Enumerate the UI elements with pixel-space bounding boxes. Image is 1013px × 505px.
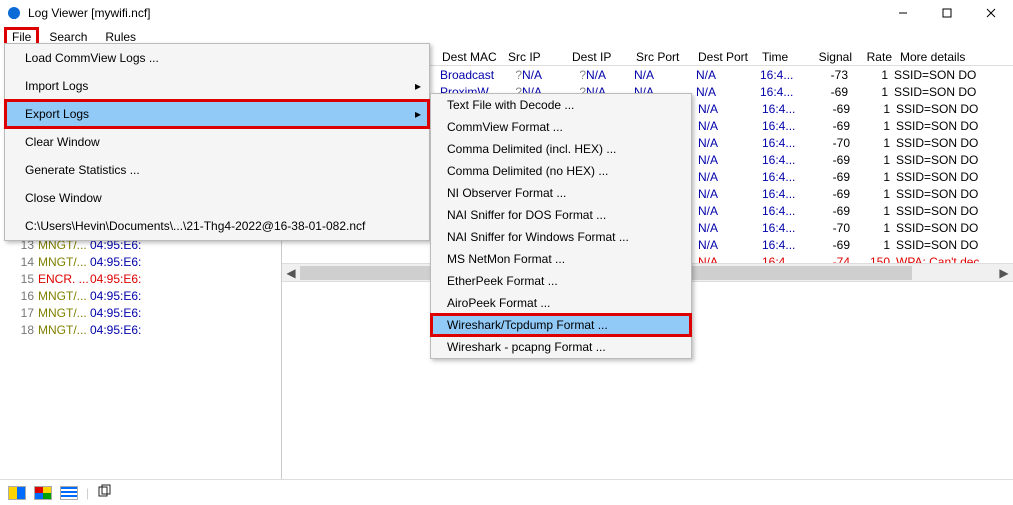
col-dest-mac[interactable]: Dest MAC xyxy=(440,50,506,64)
title-bar: Log Viewer [mywifi.ncf] xyxy=(0,0,1013,26)
file-menu: Load CommView Logs ... Import Logs ▸ Expo… xyxy=(4,43,430,241)
submenu-label: NAI Sniffer for Windows Format ... xyxy=(447,230,629,244)
export-commview[interactable]: CommView Format ... xyxy=(431,116,691,138)
submenu-label: MS NetMon Format ... xyxy=(447,252,565,266)
file-menu-load[interactable]: Load CommView Logs ... xyxy=(5,44,429,72)
submenu-label: NAI Sniffer for DOS Format ... xyxy=(447,208,606,222)
file-menu-clear[interactable]: Clear Window xyxy=(5,128,429,156)
separator: | xyxy=(86,486,89,500)
submenu-label: CommView Format ... xyxy=(447,120,563,134)
file-menu-label: Clear Window xyxy=(25,135,100,149)
app-icon xyxy=(6,5,22,21)
file-menu-recent[interactable]: C:\Users\Hevin\Documents\...\21-Thg4-202… xyxy=(5,212,429,240)
chevron-right-icon: ▸ xyxy=(415,107,421,121)
submenu-label: EtherPeek Format ... xyxy=(447,274,558,288)
export-nai-dos[interactable]: NAI Sniffer for DOS Format ... xyxy=(431,204,691,226)
scroll-left-icon[interactable]: ◀ xyxy=(282,266,300,280)
submenu-label: Comma Delimited (incl. HEX) ... xyxy=(447,142,616,156)
col-signal[interactable]: Signal xyxy=(806,50,854,64)
chevron-right-icon: ▸ xyxy=(415,79,421,93)
col-dest-ip[interactable]: Dest IP xyxy=(570,50,634,64)
file-menu-import[interactable]: Import Logs ▸ xyxy=(5,72,429,100)
file-menu-stats[interactable]: Generate Statistics ... xyxy=(5,156,429,184)
col-rate[interactable]: Rate xyxy=(854,50,894,64)
file-menu-label: Load CommView Logs ... xyxy=(25,51,159,65)
minimize-button[interactable] xyxy=(881,0,925,26)
file-menu-label: Close Window xyxy=(25,191,102,205)
maximize-button[interactable] xyxy=(925,0,969,26)
export-etherpeek[interactable]: EtherPeek Format ... xyxy=(431,270,691,292)
file-menu-label: C:\Users\Hevin\Documents\...\21-Thg4-202… xyxy=(25,219,365,233)
table-row[interactable]: 18MNGT/...04:95:E6: xyxy=(0,321,282,338)
export-niobserver[interactable]: NI Observer Format ... xyxy=(431,182,691,204)
export-nai-win[interactable]: NAI Sniffer for Windows Format ... xyxy=(431,226,691,248)
export-wireshark-pcapng[interactable]: Wireshark - pcapng Format ... xyxy=(431,336,691,358)
copy-icon[interactable] xyxy=(97,484,113,501)
col-details[interactable]: More details xyxy=(894,50,1013,64)
table-row[interactable]: 14MNGT/...04:95:E6: xyxy=(0,253,282,270)
submenu-label: NI Observer Format ... xyxy=(447,186,566,200)
export-textfile[interactable]: Text File with Decode ... xyxy=(431,94,691,116)
export-submenu: Text File with Decode ... CommView Forma… xyxy=(430,93,692,359)
export-comma-nohex[interactable]: Comma Delimited (no HEX) ... xyxy=(431,160,691,182)
left-panel: Load CommView Logs ... Import Logs▸ Expo… xyxy=(0,44,282,479)
col-dest-port[interactable]: Dest Port xyxy=(696,50,760,64)
export-airopeek[interactable]: AiroPeek Format ... xyxy=(431,292,691,314)
file-menu-close[interactable]: Close Window xyxy=(5,184,429,212)
view-icon-3[interactable] xyxy=(60,486,78,500)
close-button[interactable] xyxy=(969,0,1013,26)
col-src-port[interactable]: Src Port xyxy=(634,50,696,64)
table-row[interactable]: 16MNGT/...04:95:E6: xyxy=(0,287,282,304)
file-menu-label: Generate Statistics ... xyxy=(25,163,140,177)
submenu-label: Text File with Decode ... xyxy=(447,98,574,112)
export-wireshark-tcpdump[interactable]: Wireshark/Tcpdump Format ... xyxy=(431,314,691,336)
file-menu-export[interactable]: Export Logs ▸ xyxy=(5,100,429,128)
view-icon-1[interactable] xyxy=(8,486,26,500)
view-icon-2[interactable] xyxy=(34,486,52,500)
status-bar: | xyxy=(0,479,1013,505)
col-src-ip[interactable]: Src IP xyxy=(506,50,570,64)
col-time[interactable]: Time xyxy=(760,50,806,64)
table-row[interactable]: 15ENCR. ...04:95:E6: xyxy=(0,270,282,287)
export-comma-hex[interactable]: Comma Delimited (incl. HEX) ... xyxy=(431,138,691,160)
window-title: Log Viewer [mywifi.ncf] xyxy=(28,6,881,20)
submenu-label: AiroPeek Format ... xyxy=(447,296,550,310)
submenu-label: Wireshark - pcapng Format ... xyxy=(447,340,606,354)
scroll-right-icon[interactable]: ▶ xyxy=(995,266,1013,280)
table-row[interactable]: 17MNGT/...04:95:E6: xyxy=(0,304,282,321)
submenu-label: Wireshark/Tcpdump Format ... xyxy=(447,318,608,332)
file-menu-label: Import Logs xyxy=(25,79,88,93)
submenu-label: Comma Delimited (no HEX) ... xyxy=(447,164,608,178)
file-menu-label: Export Logs xyxy=(25,107,89,121)
export-msnetmon[interactable]: MS NetMon Format ... xyxy=(431,248,691,270)
